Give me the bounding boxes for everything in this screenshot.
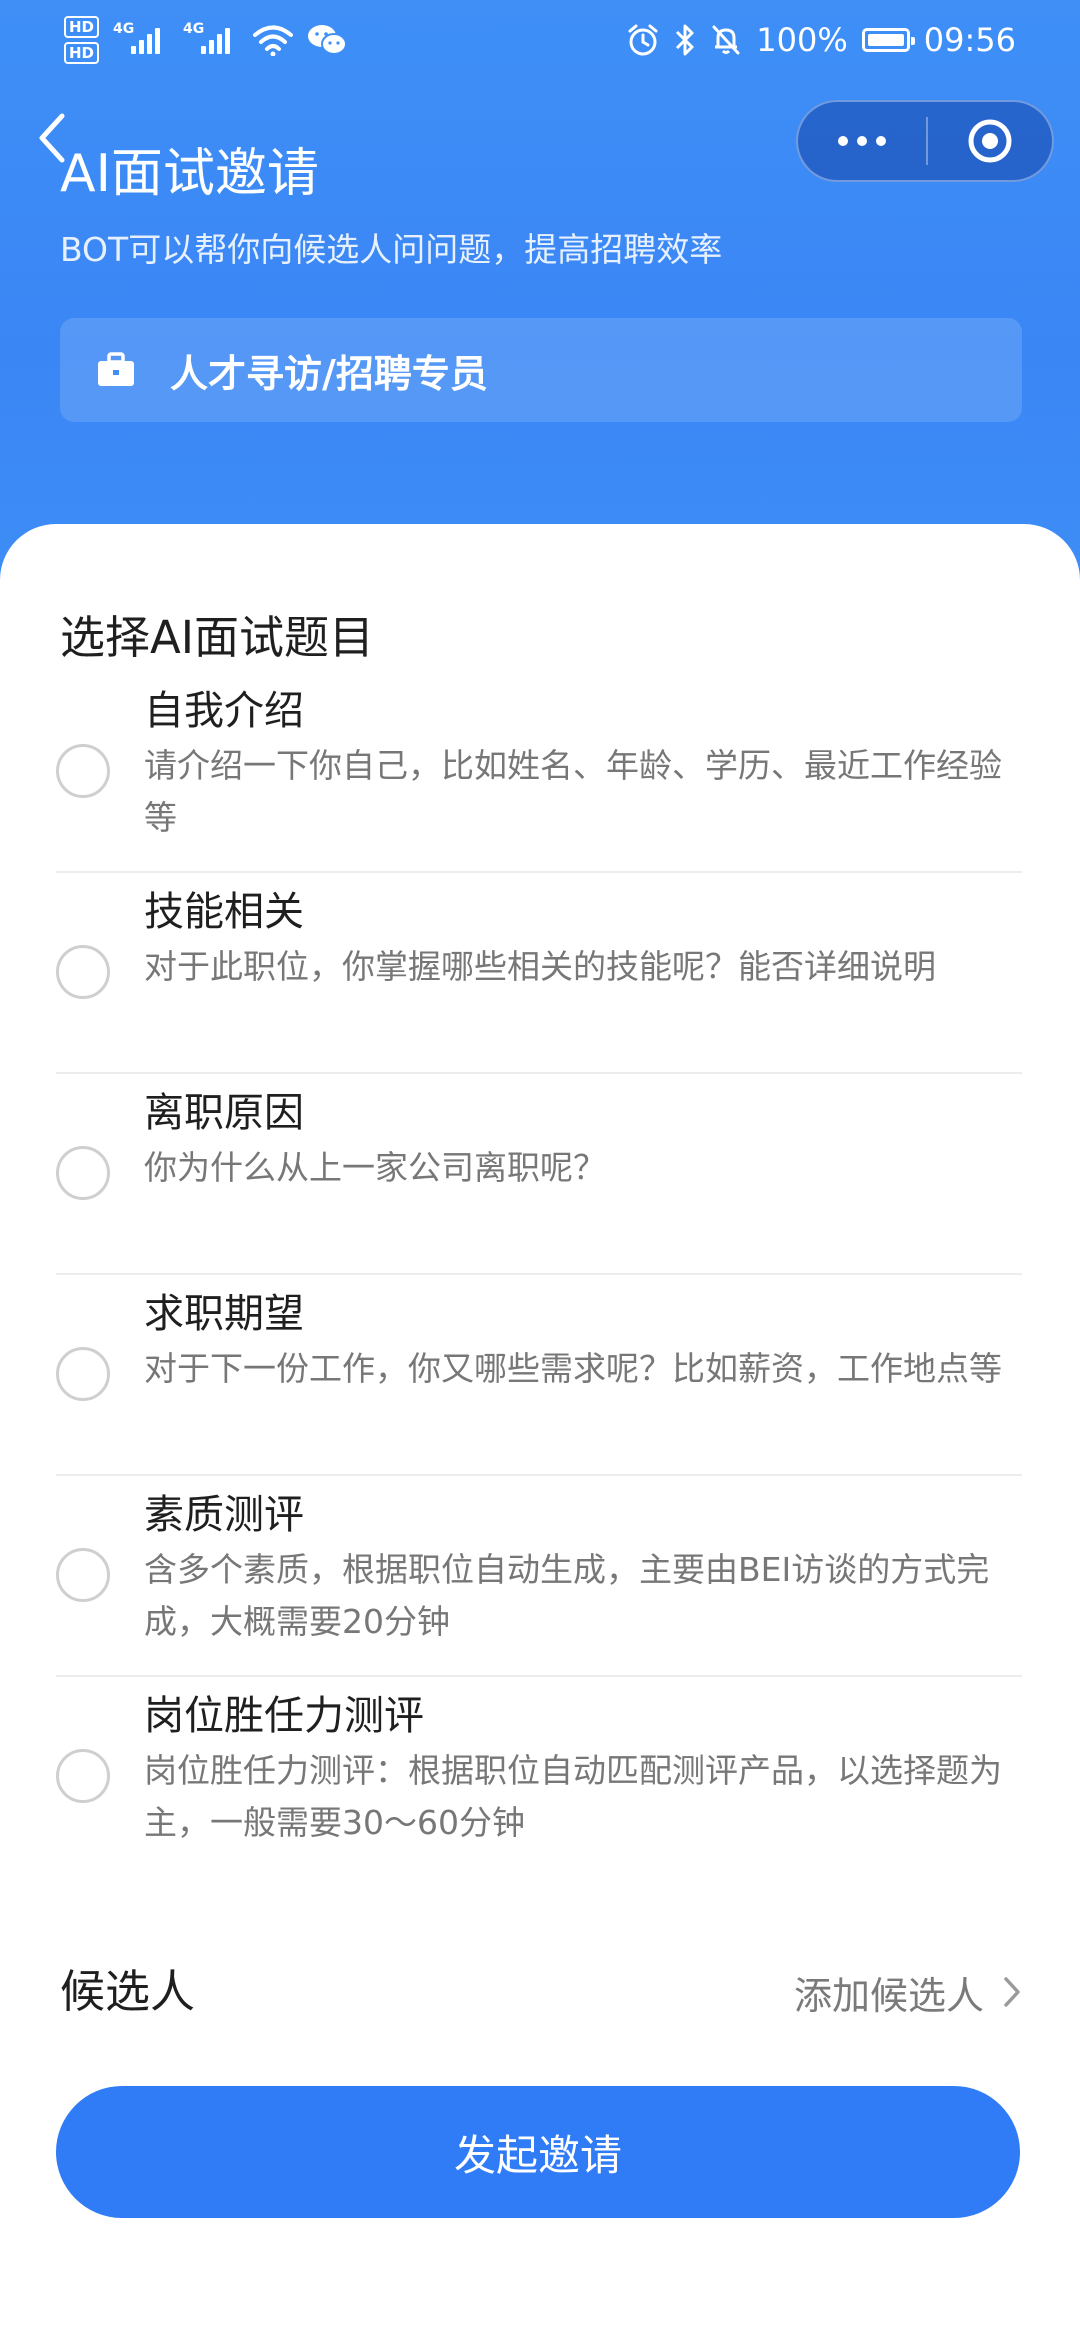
battery-icon [861, 28, 915, 52]
page-subtitle: BOT可以帮你向候选人问问题，提高招聘效率 [60, 230, 723, 269]
radio-button[interactable] [56, 744, 110, 798]
cellular-signal-icon: 4G [183, 22, 239, 58]
miniprogram-capsule [796, 100, 1054, 182]
candidate-label: 候选人 [60, 1965, 196, 2018]
more-button[interactable] [798, 102, 926, 180]
question-list: 自我介绍 请介绍一下你自己，比如姓名、年龄、学历、最近工作经验等 技能相关 对于… [0, 672, 1080, 1878]
mute-bell-icon [712, 25, 740, 55]
wechat-icon [308, 25, 348, 55]
cellular-signal-icon: 4G [113, 22, 169, 58]
hd-badge: HD [64, 42, 100, 64]
question-title: 自我介绍 [144, 688, 304, 734]
chevron-right-icon [1004, 1977, 1020, 2007]
question-description: 对于此职位，你掌握哪些相关的技能呢？能否详细说明 [144, 947, 936, 986]
add-candidate-button[interactable]: 添加候选人 [794, 1966, 1022, 2018]
alarm-icon [628, 24, 658, 56]
question-title: 岗位胜任力测评 [144, 1693, 424, 1739]
section-title: 选择AI面试题目 [60, 611, 375, 664]
content-sheet: 选择AI面试题目 自我介绍 请介绍一下你自己，比如姓名、年龄、学历、最近工作经验… [0, 524, 1080, 2340]
bluetooth-icon [676, 24, 694, 56]
question-option-leaving-reason[interactable]: 离职原因 你为什么从上一家公司离职呢？ [0, 1074, 1080, 1275]
question-description: 含多个素质，根据职位自动生成，主要由BEI访谈的方式完成，大概需要20分钟 [144, 1550, 990, 1641]
question-title: 技能相关 [144, 889, 304, 935]
question-title: 求职期望 [144, 1291, 304, 1337]
briefcase-icon [98, 352, 134, 386]
question-description: 请介绍一下你自己，比如姓名、年龄、学历、最近工作经验等 [144, 746, 1002, 837]
add-candidate-label: 添加候选人 [793, 1973, 984, 2018]
page-title: AI面试邀请 [60, 144, 319, 204]
question-description: 你为什么从上一家公司离职呢？ [144, 1148, 606, 1187]
radio-button[interactable] [56, 1749, 110, 1803]
status-bar: HD HD 4G 4G 100% 09:56 [0, 0, 1080, 76]
hd-badge: HD [64, 16, 100, 38]
question-option-skills[interactable]: 技能相关 对于此职位，你掌握哪些相关的技能呢？能否详细说明 [0, 873, 1080, 1074]
radio-button[interactable] [56, 1347, 110, 1401]
question-title: 离职原因 [144, 1090, 304, 1136]
question-description: 对于下一份工作，你又哪些需求呢？比如薪资，工作地点等 [144, 1349, 1002, 1388]
job-position-title: 人才寻访/招聘专员 [170, 351, 488, 396]
battery-percent: 100% [756, 21, 848, 59]
clock-time: 09:56 [923, 21, 1016, 59]
send-invitation-button[interactable]: 发起邀请 [56, 2086, 1020, 2218]
question-title: 素质测评 [144, 1492, 304, 1538]
target-close-icon [968, 119, 1012, 163]
status-left: HD HD 4G 4G [64, 10, 348, 70]
question-option-self-intro[interactable]: 自我介绍 请介绍一下你自己，比如姓名、年龄、学历、最近工作经验等 [0, 672, 1080, 873]
close-miniprogram-button[interactable] [928, 102, 1052, 180]
hd-indicators: HD HD [64, 16, 100, 64]
more-dots-icon [838, 136, 848, 146]
question-option-quality-assessment[interactable]: 素质测评 含多个素质，根据职位自动生成，主要由BEI访谈的方式完成，大概需要20… [0, 1476, 1080, 1677]
question-option-competency-assessment[interactable]: 岗位胜任力测评 岗位胜任力测评：根据职位自动匹配测评产品，以选择题为主，一般需要… [0, 1677, 1080, 1878]
status-right: 100% 09:56 [626, 10, 1016, 70]
radio-button[interactable] [56, 1548, 110, 1602]
question-description: 岗位胜任力测评：根据职位自动匹配测评产品，以选择题为主，一般需要30～60分钟 [144, 1751, 1002, 1842]
radio-button[interactable] [56, 1146, 110, 1200]
wifi-icon [253, 25, 294, 56]
job-position-card[interactable]: 人才寻访/招聘专员 [60, 318, 1022, 422]
question-option-job-expectation[interactable]: 求职期望 对于下一份工作，你又哪些需求呢？比如薪资，工作地点等 [0, 1275, 1080, 1476]
radio-button[interactable] [56, 945, 110, 999]
candidate-row: 候选人 添加候选人 [0, 1952, 1080, 2032]
